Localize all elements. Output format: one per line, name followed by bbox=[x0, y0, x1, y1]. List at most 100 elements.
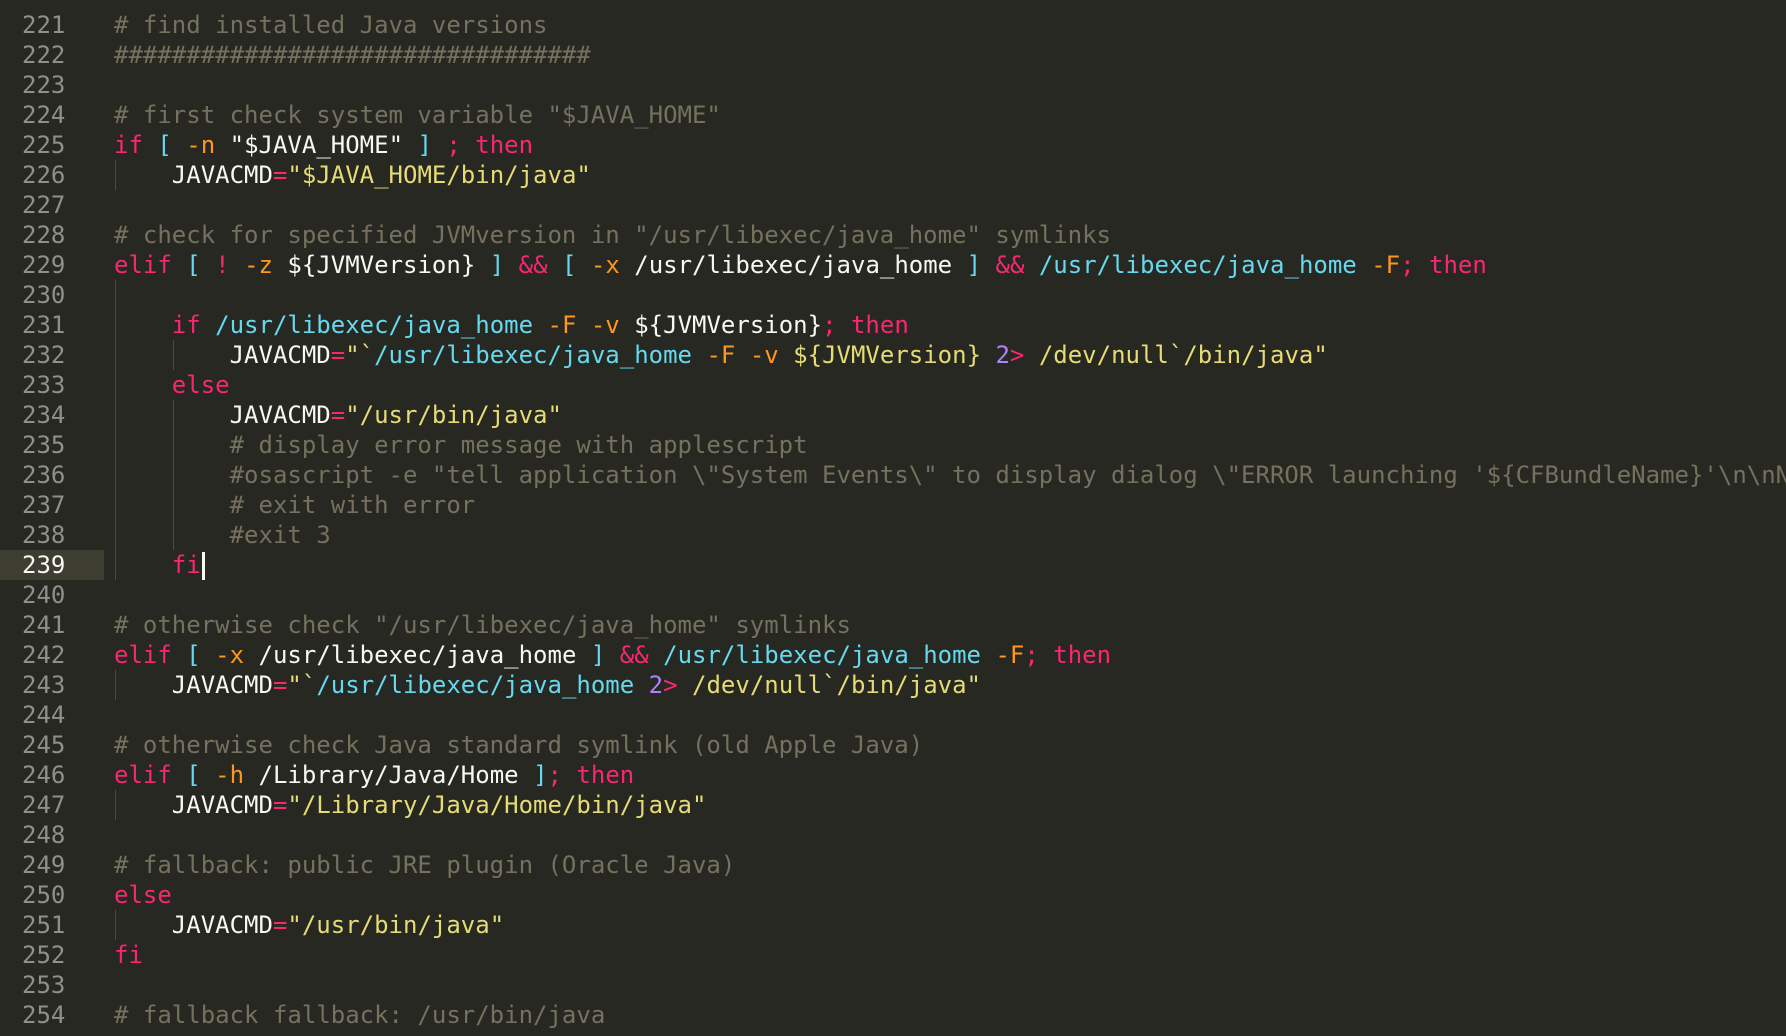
code-line[interactable]: 225 if [ -n "$JAVA_HOME" ] ; then bbox=[0, 130, 1786, 160]
line-number: 250 bbox=[22, 881, 66, 909]
code-line[interactable]: 229 elif [ ! -z ${JVMVersion} ] && [ -x /… bbox=[0, 250, 1786, 280]
code-line[interactable]: 228 # check for specified JVMversion in "… bbox=[0, 220, 1786, 250]
code-line[interactable]: 238 #exit 3 bbox=[0, 520, 1786, 550]
code-line[interactable]: 249 # fallback: public JRE plugin (Oracle… bbox=[0, 850, 1786, 880]
code-token: # exit with error bbox=[229, 491, 476, 519]
line-code[interactable]: #osascript -e "tell application \"System… bbox=[230, 460, 1786, 490]
code-line[interactable]: 222 ################################# bbox=[0, 40, 1786, 70]
code-line[interactable]: 224 # first check system variable "$JAVA_… bbox=[0, 100, 1786, 130]
code-token: # first check system variable "$JAVA_HOM… bbox=[114, 101, 721, 129]
code-line[interactable]: 235 # display error message with applescr… bbox=[0, 430, 1786, 460]
line-code[interactable]: elif [ ! -z ${JVMVersion} ] && [ -x /usr… bbox=[114, 250, 1487, 280]
line-number: 245 bbox=[22, 731, 66, 759]
code-line[interactable]: 254 # fallback fallback: /usr/bin/java bbox=[0, 1000, 1786, 1030]
code-token: -F bbox=[547, 311, 577, 339]
line-number: 230 bbox=[22, 281, 66, 309]
code-line[interactable]: 240 bbox=[0, 580, 1786, 610]
code-token: "$JAVA_HOME/bin/java" bbox=[287, 161, 591, 189]
line-code[interactable]: if [ -n "$JAVA_HOME" ] ; then bbox=[114, 130, 533, 160]
line-code[interactable]: JAVACMD="`/usr/libexec/java_home -F -v $… bbox=[230, 340, 1328, 370]
line-code[interactable]: # first check system variable "$JAVA_HOM… bbox=[114, 100, 721, 130]
line-code[interactable]: # fallback fallback: /usr/bin/java bbox=[114, 1000, 605, 1030]
code-editor[interactable]: 221 # find installed Java versions 222 ####… bbox=[0, 0, 1786, 1036]
line-code[interactable]: ################################# bbox=[114, 40, 591, 70]
code-token: ] bbox=[590, 641, 606, 669]
line-code[interactable]: JAVACMD="/usr/bin/java" bbox=[172, 910, 504, 940]
code-line[interactable]: 245 # otherwise check Java standard symli… bbox=[0, 730, 1786, 760]
line-number: 246 bbox=[22, 761, 66, 789]
line-code[interactable]: #exit 3 bbox=[230, 520, 331, 550]
code-line[interactable]: 223 bbox=[0, 70, 1786, 100]
line-code[interactable]: elif [ -h /Library/Java/Home ]; then bbox=[114, 760, 634, 790]
line-number: 254 bbox=[22, 1001, 66, 1029]
code-line[interactable]: 233 else bbox=[0, 370, 1786, 400]
code-token: 2 bbox=[648, 671, 664, 699]
code-token: ${JVMVersion} bbox=[287, 251, 476, 279]
code-line[interactable]: 247 JAVACMD="/Library/Java/Home/bin/java" bbox=[0, 790, 1786, 820]
code-token: # check for specified JVMversion in "/us… bbox=[114, 221, 1111, 249]
code-line[interactable]: 231 if /usr/libexec/java_home -F -v ${JVM… bbox=[0, 310, 1786, 340]
code-line[interactable]: 234 JAVACMD="/usr/bin/java" bbox=[0, 400, 1786, 430]
code-line[interactable]: 232 JAVACMD="`/usr/libexec/java_home -F -… bbox=[0, 340, 1786, 370]
line-number: 241 bbox=[22, 611, 66, 639]
line-code[interactable]: # otherwise check Java standard symlink … bbox=[114, 730, 923, 760]
line-code[interactable]: # find installed Java versions bbox=[114, 10, 547, 40]
line-code[interactable]: else bbox=[172, 370, 230, 400]
code-token: -v bbox=[749, 341, 779, 369]
line-code[interactable]: if /usr/libexec/java_home -F -v ${JVMVer… bbox=[172, 310, 909, 340]
code-line[interactable]: 248 bbox=[0, 820, 1786, 850]
code-token: else bbox=[171, 371, 230, 399]
code-token: -x bbox=[215, 641, 245, 669]
line-code[interactable]: else bbox=[114, 880, 172, 910]
code-line[interactable]: 253 bbox=[0, 970, 1786, 1000]
line-code[interactable]: # otherwise check "/usr/libexec/java_hom… bbox=[114, 610, 851, 640]
line-number: 223 bbox=[22, 71, 66, 99]
code-line[interactable]: 236 #osascript -e "tell application \"Sys… bbox=[0, 460, 1786, 490]
line-number: 238 bbox=[22, 521, 66, 549]
code-line[interactable]: 227 bbox=[0, 190, 1786, 220]
line-number: 222 bbox=[22, 41, 66, 69]
indent-guide bbox=[172, 340, 174, 370]
line-number: 237 bbox=[22, 491, 66, 519]
code-token: -F bbox=[706, 341, 736, 369]
code-line[interactable]: 243 JAVACMD="`/usr/libexec/java_home 2> /… bbox=[0, 670, 1786, 700]
line-code[interactable]: JAVACMD="`/usr/libexec/java_home 2> /dev… bbox=[172, 670, 981, 700]
indent-guide bbox=[172, 520, 174, 550]
code-line[interactable]: 242 elif [ -x /usr/libexec/java_home ] &&… bbox=[0, 640, 1786, 670]
line-code[interactable]: # check for specified JVMversion in "/us… bbox=[114, 220, 1111, 250]
line-code[interactable]: JAVACMD="/Library/Java/Home/bin/java" bbox=[172, 790, 707, 820]
code-token: && bbox=[619, 641, 649, 669]
line-code[interactable]: # display error message with applescript bbox=[230, 430, 808, 460]
code-line[interactable]: 250 else bbox=[0, 880, 1786, 910]
code-token: then bbox=[850, 311, 909, 339]
code-token: [ bbox=[157, 131, 172, 159]
code-line[interactable]: 252 fi bbox=[0, 940, 1786, 970]
line-code[interactable]: fi bbox=[172, 550, 205, 580]
code-token: elif bbox=[114, 641, 172, 669]
code-line[interactable]: 244 bbox=[0, 700, 1786, 730]
code-line[interactable]: 246 elif [ -h /Library/Java/Home ]; then bbox=[0, 760, 1786, 790]
code-line[interactable]: 251 JAVACMD="/usr/bin/java" bbox=[0, 910, 1786, 940]
code-token: ] bbox=[417, 131, 432, 159]
line-number: 221 bbox=[22, 11, 66, 39]
line-code[interactable]: # exit with error bbox=[230, 490, 476, 520]
code-token: "` bbox=[345, 341, 375, 369]
code-line[interactable]: 239 fi bbox=[0, 550, 1786, 580]
line-code[interactable]: fi bbox=[114, 940, 143, 970]
line-code[interactable]: elif [ -x /usr/libexec/java_home ] && /u… bbox=[114, 640, 1111, 670]
code-token: # otherwise check "/usr/libexec/java_hom… bbox=[114, 611, 851, 639]
code-line[interactable]: 226 JAVACMD="$JAVA_HOME/bin/java" bbox=[0, 160, 1786, 190]
code-line[interactable]: 237 # exit with error bbox=[0, 490, 1786, 520]
line-code[interactable]: # fallback: public JRE plugin (Oracle Ja… bbox=[114, 850, 735, 880]
code-line[interactable]: 241 # otherwise check "/usr/libexec/java_… bbox=[0, 610, 1786, 640]
code-line[interactable]: 221 # find installed Java versions bbox=[0, 10, 1786, 40]
code-line[interactable]: 230 bbox=[0, 280, 1786, 310]
line-code[interactable]: JAVACMD="$JAVA_HOME/bin/java" bbox=[172, 160, 591, 190]
line-code[interactable]: JAVACMD="/usr/bin/java" bbox=[230, 400, 562, 430]
